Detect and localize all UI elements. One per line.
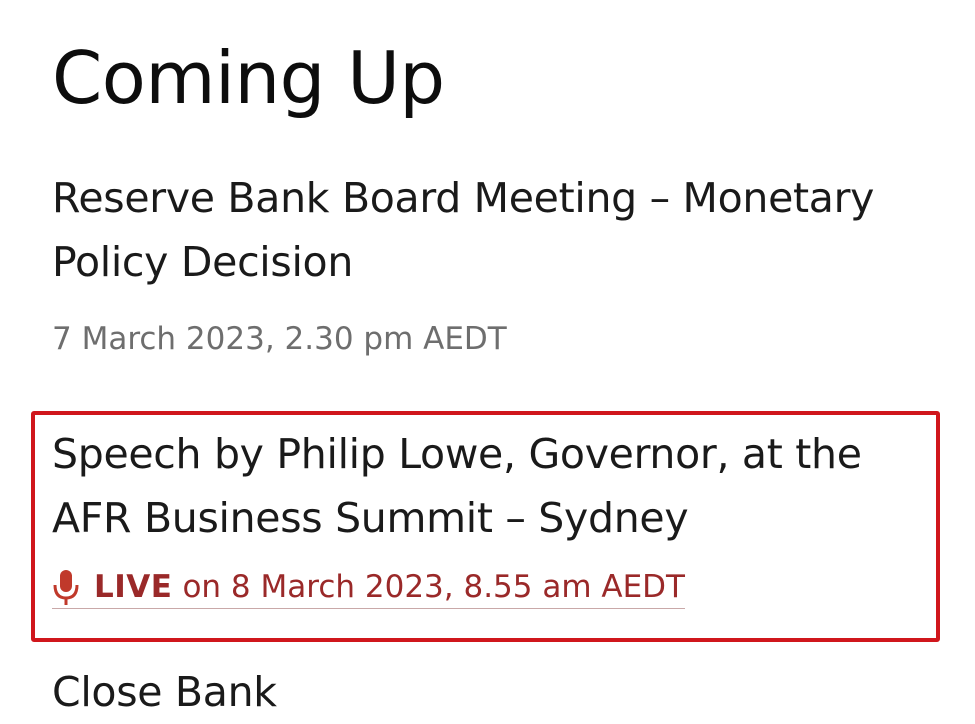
live-datetime: on 8 March 2023, 8.55 am AEDT: [182, 569, 685, 605]
coming-up-panel: Coming Up Reserve Bank Board Meeting – M…: [0, 0, 975, 716]
event-title-link[interactable]: Reserve Bank Board Meeting – Monetary Po…: [52, 166, 952, 294]
event-item-board-meeting: Reserve Bank Board Meeting – Monetary Po…: [52, 166, 952, 359]
event-item-partial: Close Bank: [52, 660, 952, 724]
event-title-link[interactable]: Speech by Philip Lowe, Governor, at the …: [52, 422, 952, 550]
section-title: Coming Up: [52, 36, 445, 120]
event-date: 7 March 2023, 2.30 pm AEDT: [52, 321, 507, 357]
event-item-speech: Speech by Philip Lowe, Governor, at the …: [52, 422, 952, 611]
microphone-icon: [52, 567, 80, 607]
event-title-link[interactable]: Close Bank: [52, 660, 952, 724]
live-stream-link[interactable]: LIVE on 8 March 2023, 8.55 am AEDT: [52, 567, 685, 609]
live-badge: LIVE: [94, 569, 173, 605]
